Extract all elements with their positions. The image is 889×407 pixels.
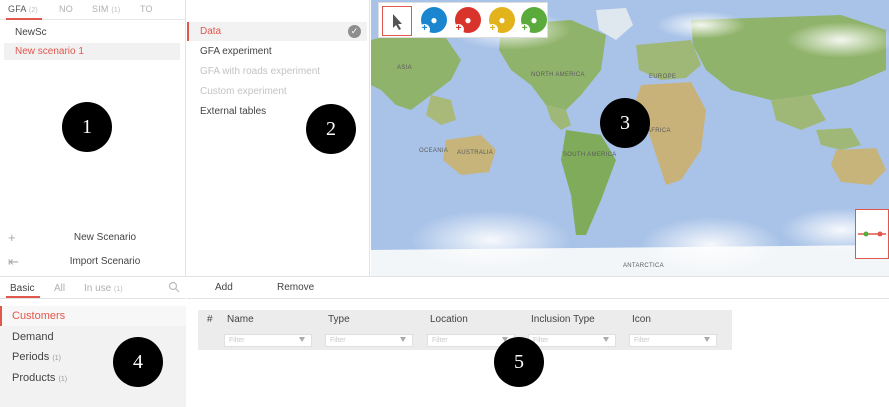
column-header-type[interactable]: Type xyxy=(328,314,350,325)
table-filter-tabs: Basic All In use (1) xyxy=(0,277,186,299)
entity-item-customers[interactable]: Customers xyxy=(0,306,186,326)
import-scenario-label: Import Scenario xyxy=(69,256,141,267)
filter-inclusion-type-input[interactable]: Filter xyxy=(528,334,616,347)
remove-button[interactable]: Remove xyxy=(277,282,314,293)
filter-placeholder: Filter xyxy=(229,337,245,344)
experiment-type-tabs: GFA (2) NO SIM (1) TO xyxy=(0,0,186,20)
add-supplier-button[interactable]: ● + xyxy=(487,7,515,35)
plus-icon: + xyxy=(519,24,530,35)
entity-label: Periods xyxy=(12,351,50,363)
filter-placeholder: Filter xyxy=(432,337,448,344)
tab-all[interactable]: All xyxy=(54,283,65,294)
column-header-name[interactable]: Name xyxy=(227,314,254,325)
callout-marker-4: 4 xyxy=(113,337,163,387)
map-label-south-america: SOUTH AMERICA xyxy=(563,152,617,158)
tab-no[interactable]: NO xyxy=(59,4,73,14)
tab-basic[interactable]: Basic xyxy=(10,283,34,294)
map-label-antarctica: ANTARCTICA xyxy=(623,263,664,269)
pointer-icon xyxy=(393,14,402,30)
active-tab-indicator xyxy=(6,18,42,20)
tab-in-use[interactable]: In use (1) xyxy=(84,283,123,294)
tab-sim[interactable]: SIM (1) xyxy=(92,4,120,14)
filter-icon xyxy=(299,337,305,342)
filter-icon xyxy=(603,337,609,342)
column-header-location[interactable]: Location xyxy=(430,314,468,325)
filter-icon xyxy=(704,337,710,342)
filter-icon-input[interactable]: Filter xyxy=(629,334,717,347)
filter-placeholder: Filter xyxy=(330,337,346,344)
plus-icon: + xyxy=(453,24,464,35)
tab-count: (1) xyxy=(111,7,121,14)
new-scenario-label: New Scenario xyxy=(73,232,137,243)
plus-icon: + xyxy=(487,24,498,35)
filter-name-input[interactable]: Filter xyxy=(224,334,312,347)
scenario-item[interactable]: NewSc xyxy=(4,24,180,41)
map-label-oceania: OCEANIA xyxy=(419,148,449,154)
tab-to[interactable]: TO xyxy=(140,4,153,14)
table-toolbar: Add Remove xyxy=(187,277,889,299)
add-customer-button[interactable]: ● + xyxy=(419,7,447,35)
tab-gfa[interactable]: GFA (2) xyxy=(8,4,38,14)
map-label-europe: EUROPE xyxy=(649,74,677,80)
new-scenario-button[interactable]: + New Scenario xyxy=(0,228,186,248)
tab-label: In use xyxy=(84,283,112,294)
tab-label: TO xyxy=(140,4,153,14)
import-scenario-button[interactable]: ⇤ Import Scenario xyxy=(0,252,186,272)
active-tab-indicator xyxy=(6,296,40,298)
map-label-asia: ASIA xyxy=(397,65,412,71)
filter-placeholder: Filter xyxy=(634,337,650,344)
entity-label: Products xyxy=(12,372,56,384)
map-label-africa: AFRICA xyxy=(647,128,671,134)
scenario-item-selected[interactable]: New scenario 1 xyxy=(4,43,180,60)
column-header-index[interactable]: # xyxy=(207,314,213,325)
menu-item-gfa-experiment[interactable]: GFA experiment xyxy=(187,42,367,61)
menu-item-custom-experiment: Custom experiment xyxy=(200,86,287,97)
callout-marker-2: 2 xyxy=(306,104,356,154)
map-label-australia: AUSTRALIA xyxy=(457,150,494,156)
entity-item-demand[interactable]: Demand xyxy=(0,327,186,347)
tab-label: GFA xyxy=(8,4,27,14)
entity-count: (1) xyxy=(58,376,68,383)
column-header-icon[interactable]: Icon xyxy=(632,314,651,325)
menu-item-data[interactable]: Data ✓ xyxy=(187,22,367,41)
callout-marker-3: 3 xyxy=(600,98,650,148)
tab-label: NO xyxy=(59,4,73,14)
filter-icon xyxy=(400,337,406,342)
tab-count: (2) xyxy=(28,7,38,14)
add-site-button[interactable]: ● + xyxy=(519,7,547,35)
map-label-north-america: NORTH AMERICA xyxy=(531,72,585,78)
callout-marker-1: 1 xyxy=(62,102,112,152)
pointer-tool-button[interactable] xyxy=(382,6,412,36)
callout-marker-5: 5 xyxy=(494,337,544,387)
route-legend-icon xyxy=(858,231,886,237)
map-toolbar: ● + ● + ● + ● + xyxy=(378,2,548,38)
column-header-inclusion-type[interactable]: Inclusion Type xyxy=(531,314,595,325)
filter-type-input[interactable]: Filter xyxy=(325,334,413,347)
plus-icon: + xyxy=(419,24,430,35)
tab-label: SIM xyxy=(92,4,109,14)
entity-count: (1) xyxy=(52,355,61,362)
add-button[interactable]: Add xyxy=(215,282,233,293)
add-warehouse-button[interactable]: ● + xyxy=(453,7,481,35)
search-icon[interactable] xyxy=(168,281,180,293)
menu-item-gfa-roads-experiment: GFA with roads experiment xyxy=(200,66,321,77)
map-legend-widget[interactable] xyxy=(855,209,889,259)
customers-table: # Name Type Location Inclusion Type Icon… xyxy=(198,310,732,350)
check-circle-icon: ✓ xyxy=(348,25,361,38)
menu-item-label: Data xyxy=(200,26,222,37)
tab-count: (1) xyxy=(114,286,123,293)
